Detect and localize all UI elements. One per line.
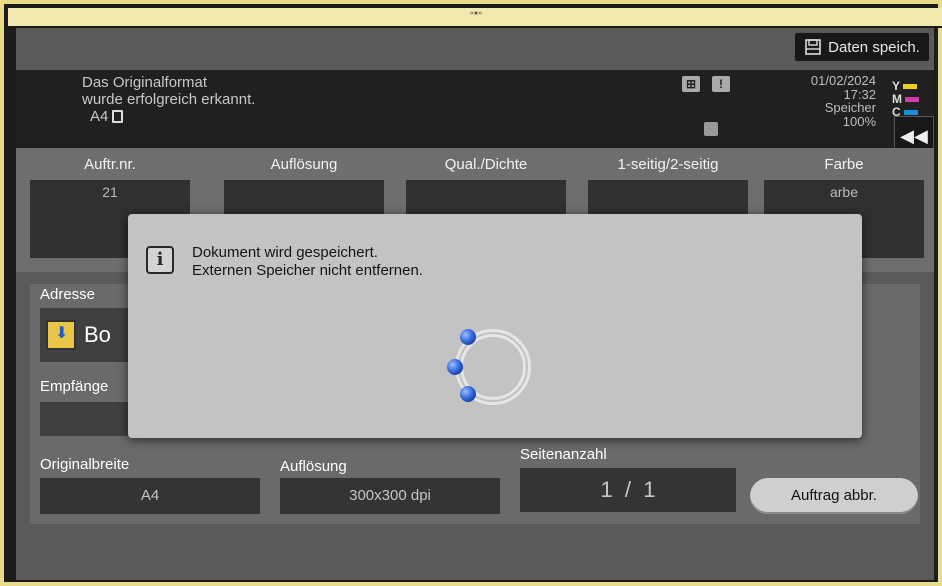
control-panel-screen: Daten speich. Das Originalformat wurde e… (16, 28, 934, 580)
paper-format-indicator: A4 (90, 108, 255, 125)
paper-format-label: A4 (90, 108, 109, 125)
user-box-icon (46, 320, 76, 350)
loading-spinner-icon (447, 329, 531, 405)
status-message-line2: wurde erfolgreich erkannt. (82, 91, 256, 108)
resolution-value: 300x300 dpi (280, 478, 500, 514)
save-data-label: Daten speich. (828, 38, 920, 56)
job-column-header: Auflösung (270, 156, 338, 173)
save-data-button[interactable]: Daten speich. (794, 32, 930, 62)
device-status-icon[interactable]: ⊞ (682, 76, 700, 92)
address-value: Bo (84, 322, 111, 347)
scan-settings-section: Originalbreite A4 Auflösung 300x300 dpi … (30, 446, 920, 524)
double-chevron-left-icon: ◀◀ (900, 126, 928, 146)
original-width-value: A4 (40, 478, 260, 514)
time-display: 17:32 (843, 86, 876, 102)
page-count-value: 1 / 1 (520, 468, 736, 512)
job-column-header: Qual./Dichte (444, 156, 528, 173)
memory-label: Speicher (824, 100, 876, 115)
status-message-line1: Das Originalformat (82, 74, 208, 91)
warning-icon[interactable]: ! (712, 76, 730, 92)
datetime-memory: 01/02/2024 17:32 Speicher 100% (776, 74, 876, 128)
page-count-label: Seitenanzahl (520, 446, 607, 463)
device-frame: «●» Daten speich. Das Originalformat wur… (0, 0, 942, 586)
memory-value: 100% (842, 113, 876, 129)
job-column-header: Farbe (824, 156, 864, 173)
paper-icon (112, 110, 124, 123)
top-drag-bar[interactable]: «●» (8, 8, 942, 28)
status-bar: Das Originalformat wurde erfolgreich erk… (16, 70, 934, 148)
status-message: Das Originalformat wurde erfolgreich erk… (82, 74, 255, 125)
job-column-header: Auftr.nr. (84, 156, 136, 173)
toner-levels: Y M C (892, 80, 919, 119)
recipient-label: Empfänge (40, 378, 109, 395)
save-icon (805, 39, 821, 55)
info-icon: i (146, 246, 174, 274)
dialog-line1: Dokument wird gespeichert. (192, 244, 378, 261)
original-width-label: Originalbreite (40, 456, 130, 473)
output-tray-icon (704, 122, 718, 136)
saving-dialog: i Dokument wird gespeichert. Externen Sp… (128, 214, 862, 438)
grip-icon: «●» (470, 10, 483, 17)
dialog-message: Dokument wird gespeichert. Externen Spei… (192, 244, 423, 280)
job-column-header: 1-seitig/2-seitig (617, 156, 719, 173)
dialog-line2: Externen Speicher nicht entfernen. (192, 262, 423, 279)
status-icons: ⊞ ! (682, 76, 730, 92)
date-display: 01/02/2024 (810, 73, 876, 88)
cancel-job-button[interactable]: Auftrag abbr. (750, 478, 918, 514)
resolution-label: Auflösung (280, 458, 347, 475)
address-label: Adresse (40, 286, 96, 303)
